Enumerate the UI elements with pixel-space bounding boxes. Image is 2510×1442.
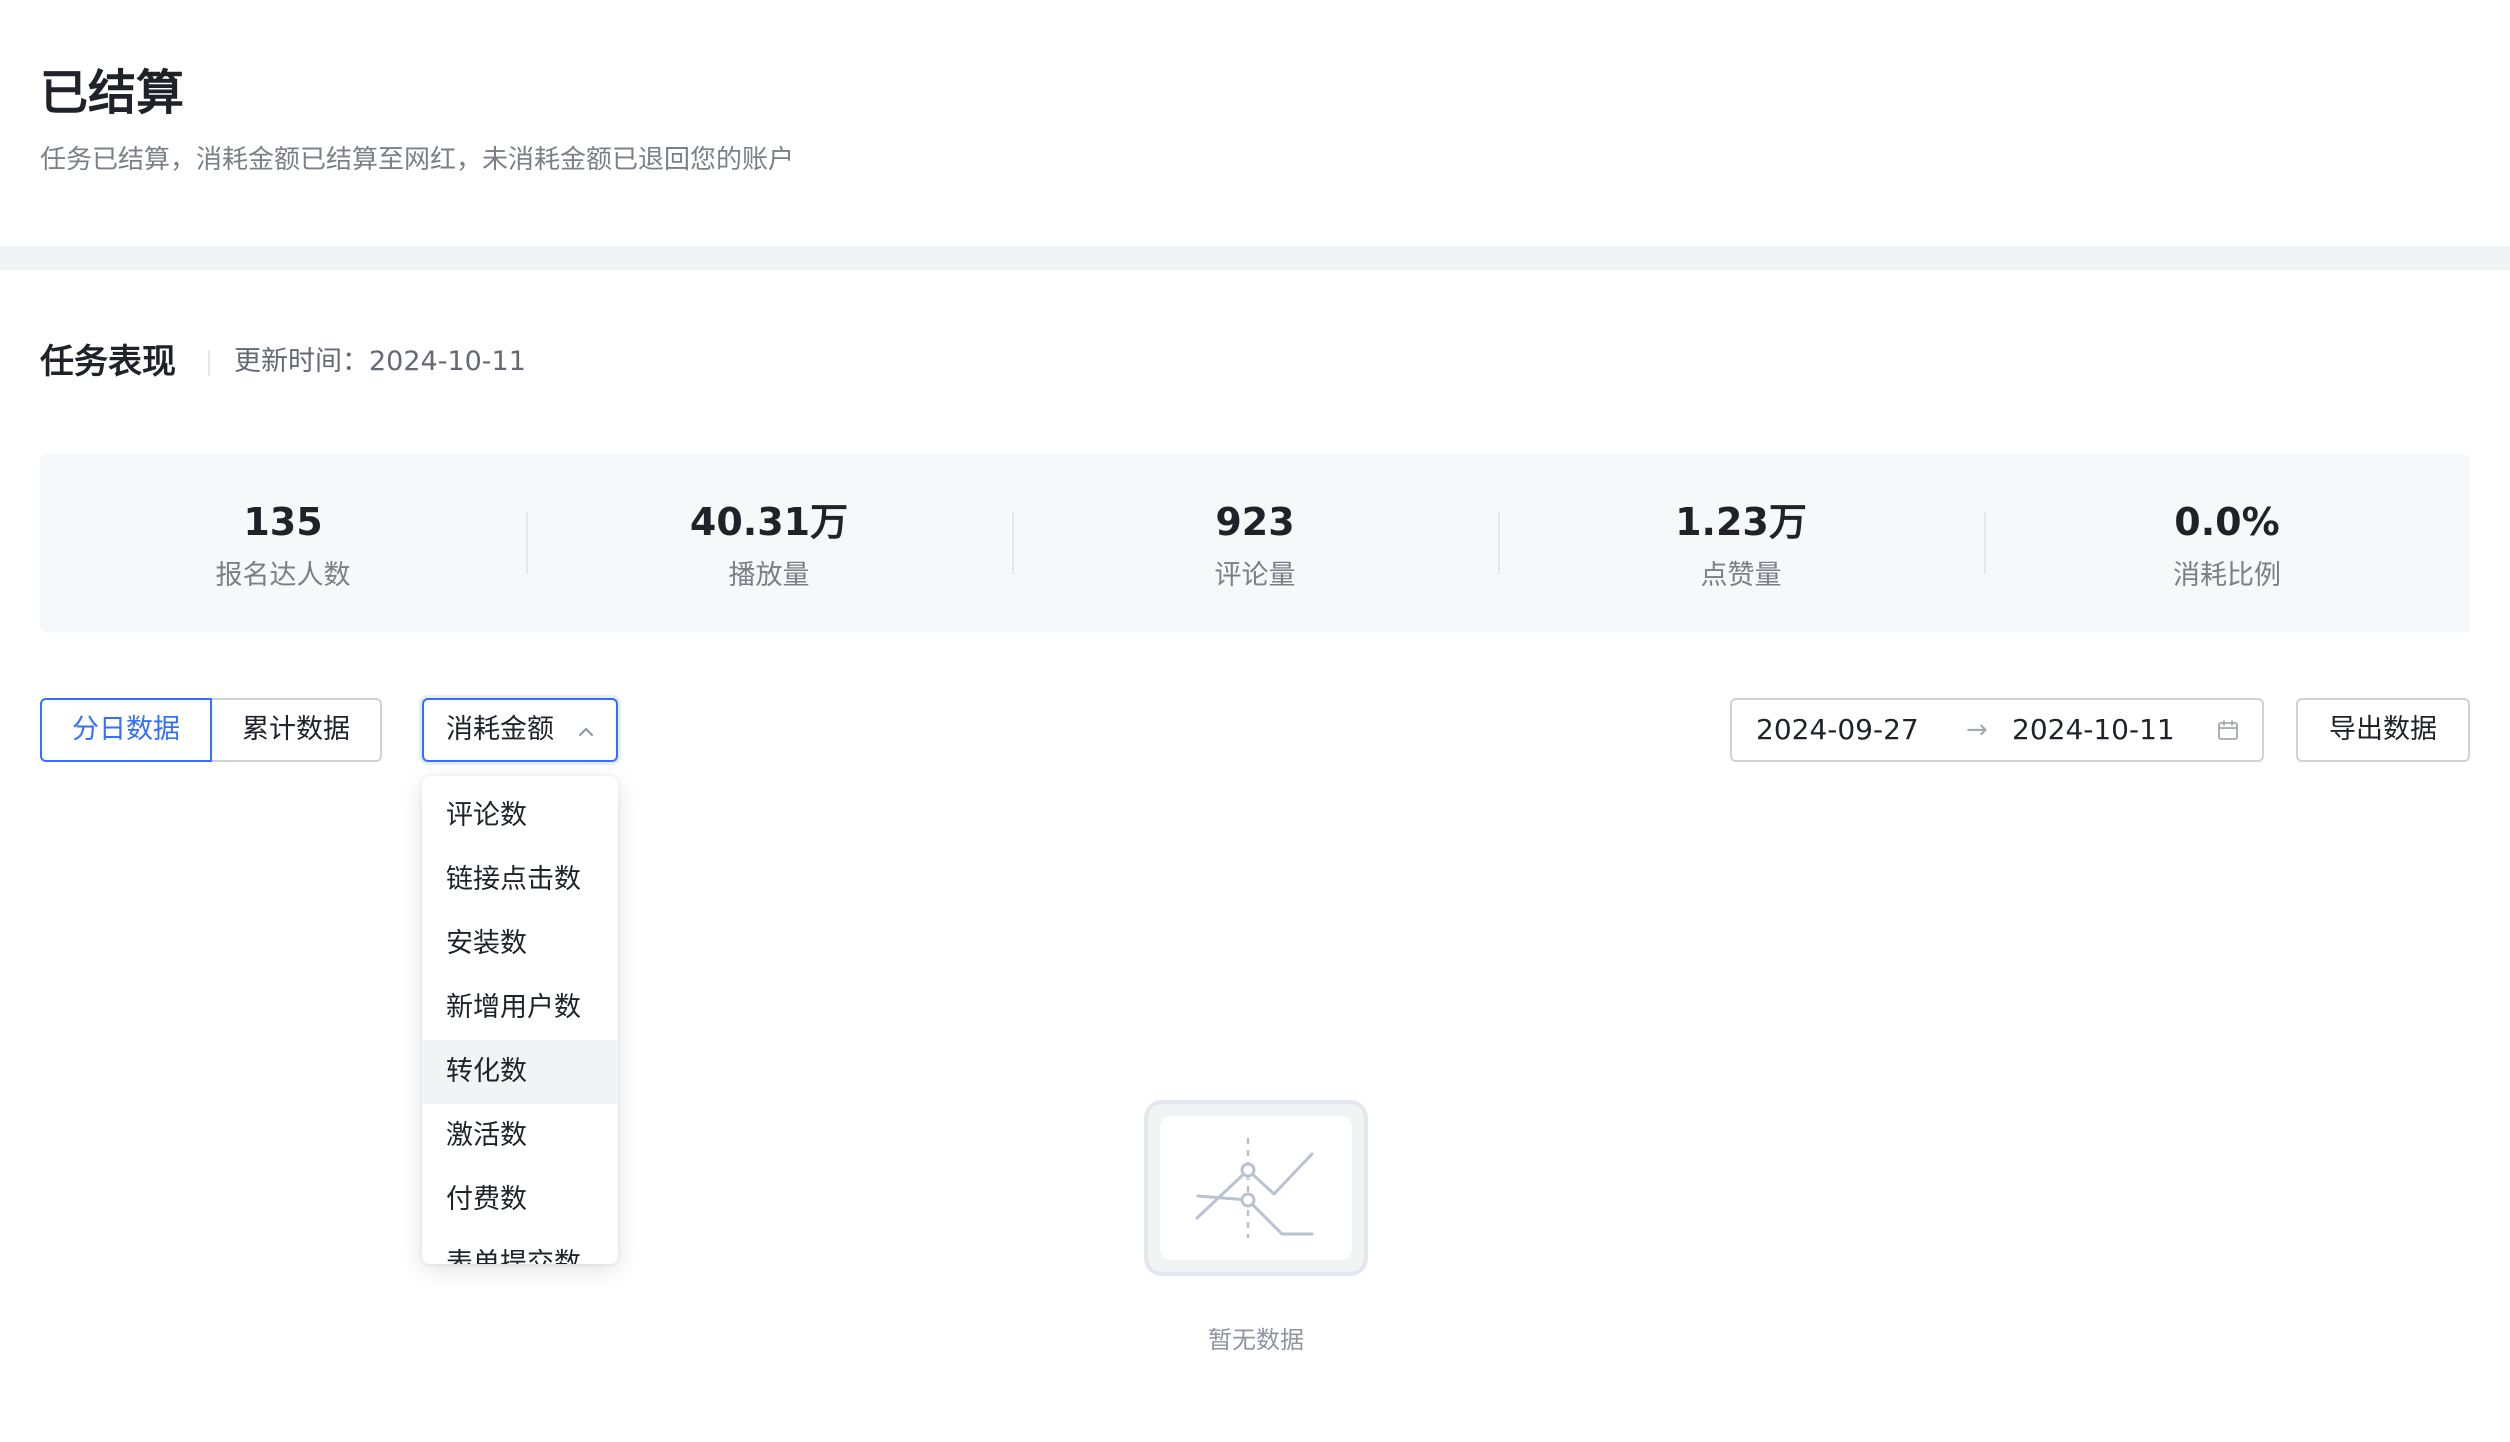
arrow-right-icon: → xyxy=(1966,715,1988,745)
stat-value: 135 xyxy=(243,500,323,544)
data-mode-toggle: 分日数据 累计数据 xyxy=(40,698,382,762)
stat-label: 评论量 xyxy=(1214,560,1296,591)
metric-select[interactable]: 消耗金额 xyxy=(422,698,618,762)
dropdown-option-link-clicks[interactable]: 链接点击数 xyxy=(422,848,618,912)
dropdown-option-comments[interactable]: 评论数 xyxy=(422,784,618,848)
calendar-icon xyxy=(2218,720,2238,740)
stat-plays: 40.31万 播放量 xyxy=(526,454,1012,632)
section-title: 任务表现 xyxy=(40,342,176,382)
dropdown-option-activations[interactable]: 激活数 xyxy=(422,1104,618,1168)
stat-label: 点赞量 xyxy=(1700,560,1782,591)
stat-likes: 1.23万 点赞量 xyxy=(1498,454,1984,632)
cumulative-data-button[interactable]: 累计数据 xyxy=(212,698,382,762)
stat-value: 0.0% xyxy=(2174,500,2280,544)
page-subtitle: 任务已结算，消耗金额已结算至网红，未消耗金额已退回您的账户 xyxy=(40,145,795,175)
dropdown-option-form-submits[interactable]: 表单提交数 xyxy=(422,1232,618,1264)
section-divider xyxy=(0,246,2510,270)
page-header: 已结算 任务已结算，消耗金额已结算至网红，未消耗金额已退回您的账户 xyxy=(0,0,2510,246)
stat-value: 1.23万 xyxy=(1675,500,1807,544)
dropdown-option-new-users[interactable]: 新增用户数 xyxy=(422,976,618,1040)
export-data-button[interactable]: 导出数据 xyxy=(2296,698,2470,762)
stat-consumption-ratio: 0.0% 消耗比例 xyxy=(1984,454,2470,632)
date-end[interactable]: 2024-10-11 xyxy=(2012,710,2175,750)
date-start[interactable]: 2024-09-27 xyxy=(1756,710,1919,750)
chevron-up-icon xyxy=(579,728,593,736)
page-title: 已结算 xyxy=(40,65,185,121)
metric-dropdown: 评论数 链接点击数 安装数 新增用户数 转化数 激活数 付费数 表单提交数 xyxy=(422,776,618,1264)
empty-chart-icon xyxy=(1144,1100,1368,1276)
stat-value: 40.31万 xyxy=(689,500,849,544)
stat-comments: 923 评论量 xyxy=(1012,454,1498,632)
stat-label: 播放量 xyxy=(728,560,810,591)
metric-select-value: 消耗金额 xyxy=(446,714,554,745)
stat-label: 消耗比例 xyxy=(2173,560,2281,591)
dropdown-option-conversions[interactable]: 转化数 xyxy=(422,1040,618,1104)
title-separator xyxy=(208,350,210,376)
stats-panel: 135 报名达人数 40.31万 播放量 923 评论量 1.23万 点赞量 0… xyxy=(40,454,2470,632)
stat-label: 报名达人数 xyxy=(215,560,351,591)
date-range-picker[interactable]: 2024-09-27 → 2024-10-11 xyxy=(1730,698,2264,762)
dropdown-option-payments[interactable]: 付费数 xyxy=(422,1168,618,1232)
update-time: 更新时间：2024-10-11 xyxy=(234,346,526,377)
daily-data-button[interactable]: 分日数据 xyxy=(40,698,212,762)
empty-state-text: 暂无数据 xyxy=(1208,1326,1304,1354)
stat-value: 923 xyxy=(1215,500,1295,544)
dropdown-option-installs[interactable]: 安装数 xyxy=(422,912,618,976)
stat-signups: 135 报名达人数 xyxy=(40,454,526,632)
